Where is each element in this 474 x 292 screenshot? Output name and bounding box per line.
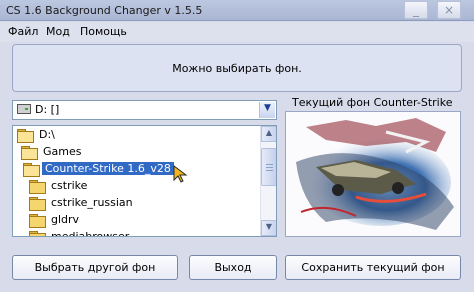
tree-item-mediabrowser[interactable]: mediabrowser [29, 228, 132, 237]
exit-button[interactable]: Выход [189, 255, 277, 280]
arrow-down-icon: ▼ [265, 222, 273, 231]
tree-item-label: mediabrowser [51, 230, 130, 237]
tree-item-gldrv[interactable]: gldrv [29, 211, 82, 228]
scroll-up-button[interactable]: ▲ [261, 126, 276, 142]
title-bar: CS 1.6 Background Changer v 1.5.5 _ × [0, 0, 474, 21]
tree-item-label: D:\ [39, 128, 55, 141]
tree-item-label: cstrike_russian [51, 196, 133, 209]
folder-tree[interactable]: D:\ Games Counter-Strike 1.6_v28 cstrike… [12, 125, 277, 237]
folder-open-icon [23, 163, 40, 177]
tree-item-label: cstrike [51, 179, 88, 192]
tree-item-label: Games [43, 145, 82, 158]
folder-icon [29, 197, 46, 211]
folder-icon [29, 214, 46, 228]
info-panel: Можно выбирать фон. [12, 44, 462, 92]
scroll-thumb[interactable] [261, 148, 276, 186]
minimize-button[interactable]: _ [404, 1, 428, 19]
save-background-button[interactable]: Сохранить текущий фон [285, 255, 461, 280]
choose-background-button[interactable]: Выбрать другой фон [12, 255, 178, 280]
tree-item-label: Counter-Strike 1.6_v28 [42, 162, 174, 175]
preview-title: Текущий фон Counter-Strike [292, 96, 453, 109]
tree-item-games[interactable]: Games [21, 143, 84, 160]
info-message: Можно выбирать фон. [172, 62, 302, 75]
menu-bar: Файл Мод Помощь [0, 22, 474, 42]
scroll-down-button[interactable]: ▼ [261, 220, 276, 236]
drive-select-dropdown-button[interactable]: ▼ [259, 102, 275, 118]
menu-file[interactable]: Файл [8, 25, 38, 38]
drive-select[interactable]: D: [] ▼ [12, 100, 277, 120]
drive-icon [17, 104, 31, 114]
tree-item-drive-root[interactable]: D:\ [17, 126, 58, 143]
minimize-icon: _ [413, 3, 419, 17]
tree-item-cstrike[interactable]: cstrike [29, 177, 90, 194]
folder-icon [29, 180, 46, 194]
tree-item-cstrike-russian[interactable]: cstrike_russian [29, 194, 136, 211]
tree-item-label: gldrv [51, 213, 80, 226]
folder-open-icon [21, 146, 38, 160]
drive-select-value: D: [] [35, 103, 60, 116]
menu-help[interactable]: Помощь [80, 25, 127, 38]
folder-icon [29, 231, 46, 236]
close-button[interactable]: × [437, 1, 461, 19]
arrow-up-icon: ▲ [265, 128, 273, 137]
background-preview-image [286, 112, 460, 236]
menu-mod[interactable]: Мод [46, 25, 70, 38]
folder-open-icon [17, 129, 34, 143]
background-preview [285, 111, 461, 237]
chevron-down-icon: ▼ [264, 103, 271, 113]
close-icon: × [443, 3, 455, 17]
tree-item-counter-strike[interactable]: Counter-Strike 1.6_v28 [23, 160, 259, 177]
cursor-icon [173, 165, 188, 183]
window-title: CS 1.6 Background Changer v 1.5.5 [6, 4, 203, 17]
tree-scrollbar[interactable]: ▲ ▼ [260, 126, 276, 236]
